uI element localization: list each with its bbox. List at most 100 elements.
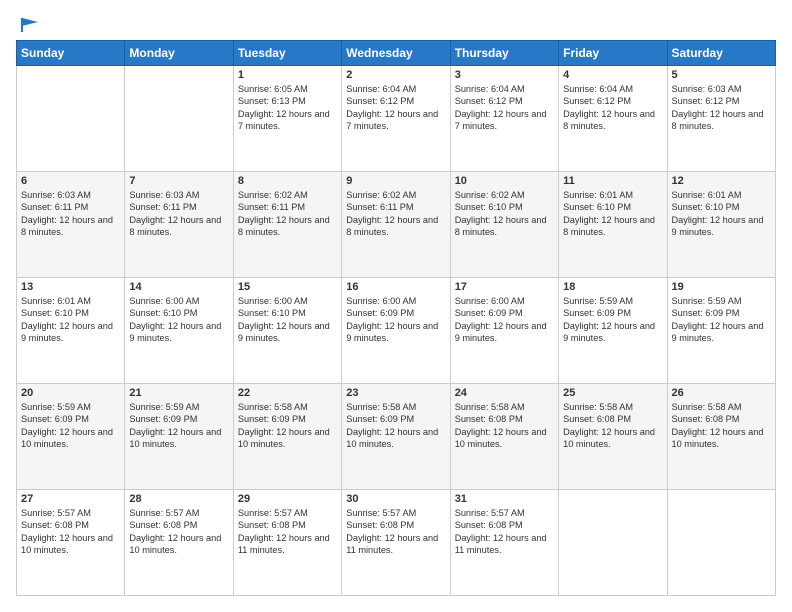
calendar-table: SundayMondayTuesdayWednesdayThursdayFrid… bbox=[16, 40, 776, 596]
calendar-cell: 3 Sunrise: 6:04 AM Sunset: 6:12 PM Daylig… bbox=[450, 66, 558, 172]
calendar-cell: 13 Sunrise: 6:01 AM Sunset: 6:10 PM Dayli… bbox=[17, 278, 125, 384]
day-number: 12 bbox=[672, 175, 771, 187]
cell-content: Sunrise: 6:00 AM Sunset: 6:09 PM Dayligh… bbox=[346, 295, 445, 345]
cell-content: Sunrise: 5:57 AM Sunset: 6:08 PM Dayligh… bbox=[238, 507, 337, 557]
calendar-cell: 9Sunrise: 6:02 AM Sunset: 6:11 PM Daylig… bbox=[342, 172, 450, 278]
cell-content: Sunrise: 5:57 AM Sunset: 6:08 PM Dayligh… bbox=[129, 507, 228, 557]
cell-content: Sunrise: 6:01 AM Sunset: 6:10 PM Dayligh… bbox=[21, 295, 120, 345]
calendar-cell: 29 Sunrise: 5:57 AM Sunset: 6:08 PM Dayli… bbox=[233, 490, 341, 596]
calendar-cell: 1Sunrise: 6:05 AM Sunset: 6:13 PM Daylig… bbox=[233, 66, 341, 172]
calendar-cell: 10 Sunrise: 6:02 AM Sunset: 6:10 PM Dayli… bbox=[450, 172, 558, 278]
day-number: 17 bbox=[455, 281, 554, 293]
header bbox=[16, 16, 776, 30]
calendar-header-row: SundayMondayTuesdayWednesdayThursdayFrid… bbox=[17, 41, 776, 66]
calendar-cell: 8 Sunrise: 6:02 AM Sunset: 6:11 PM Daylig… bbox=[233, 172, 341, 278]
day-number: 21 bbox=[129, 387, 228, 399]
calendar-cell: 25 Sunrise: 5:58 AM Sunset: 6:08 PM Dayli… bbox=[559, 384, 667, 490]
calendar-cell: 19Sunrise: 5:59 AM Sunset: 6:09 PM Dayli… bbox=[667, 278, 775, 384]
calendar-cell: 15 Sunrise: 6:00 AM Sunset: 6:10 PM Dayli… bbox=[233, 278, 341, 384]
calendar-cell: 14 Sunrise: 6:00 AM Sunset: 6:10 PM Dayli… bbox=[125, 278, 233, 384]
calendar-week-1: 1Sunrise: 6:05 AM Sunset: 6:13 PM Daylig… bbox=[17, 66, 776, 172]
cell-content: Sunrise: 6:02 AM Sunset: 6:10 PM Dayligh… bbox=[455, 189, 554, 239]
day-number: 27 bbox=[21, 493, 120, 505]
cell-content: Sunrise: 5:59 AM Sunset: 6:09 PM Dayligh… bbox=[129, 401, 228, 451]
calendar-week-2: 6 Sunrise: 6:03 AM Sunset: 6:11 PM Daylig… bbox=[17, 172, 776, 278]
day-number: 2 bbox=[346, 69, 445, 81]
calendar-cell: 2 Sunrise: 6:04 AM Sunset: 6:12 PM Daylig… bbox=[342, 66, 450, 172]
calendar-week-3: 13 Sunrise: 6:01 AM Sunset: 6:10 PM Dayli… bbox=[17, 278, 776, 384]
cell-content: Sunrise: 6:00 AM Sunset: 6:10 PM Dayligh… bbox=[238, 295, 337, 345]
day-number: 13 bbox=[21, 281, 120, 293]
calendar-week-5: 27 Sunrise: 5:57 AM Sunset: 6:08 PM Dayli… bbox=[17, 490, 776, 596]
cell-content: Sunrise: 6:03 AM Sunset: 6:12 PM Dayligh… bbox=[672, 83, 771, 133]
cell-content: Sunrise: 5:57 AM Sunset: 6:08 PM Dayligh… bbox=[346, 507, 445, 557]
calendar-cell: 23 Sunrise: 5:58 AM Sunset: 6:09 PM Dayli… bbox=[342, 384, 450, 490]
calendar-week-4: 20 Sunrise: 5:59 AM Sunset: 6:09 PM Dayli… bbox=[17, 384, 776, 490]
cell-content: Sunrise: 6:00 AM Sunset: 6:09 PM Dayligh… bbox=[455, 295, 554, 345]
cell-content: Sunrise: 6:01 AM Sunset: 6:10 PM Dayligh… bbox=[563, 189, 662, 239]
day-number: 26 bbox=[672, 387, 771, 399]
cell-content: Sunrise: 5:58 AM Sunset: 6:08 PM Dayligh… bbox=[672, 401, 771, 451]
day-number: 30 bbox=[346, 493, 445, 505]
cell-content: Sunrise: 5:58 AM Sunset: 6:08 PM Dayligh… bbox=[563, 401, 662, 451]
day-number: 3 bbox=[455, 69, 554, 81]
calendar-cell bbox=[125, 66, 233, 172]
logo-flag-icon bbox=[18, 16, 40, 34]
calendar-header-thursday: Thursday bbox=[450, 41, 558, 66]
cell-content: Sunrise: 5:58 AM Sunset: 6:08 PM Dayligh… bbox=[455, 401, 554, 451]
calendar-cell bbox=[17, 66, 125, 172]
calendar-cell: 31Sunrise: 5:57 AM Sunset: 6:08 PM Dayli… bbox=[450, 490, 558, 596]
day-number: 7 bbox=[129, 175, 228, 187]
calendar-cell: 17 Sunrise: 6:00 AM Sunset: 6:09 PM Dayli… bbox=[450, 278, 558, 384]
cell-content: Sunrise: 5:58 AM Sunset: 6:09 PM Dayligh… bbox=[346, 401, 445, 451]
cell-content: Sunrise: 5:57 AM Sunset: 6:08 PM Dayligh… bbox=[21, 507, 120, 557]
day-number: 14 bbox=[129, 281, 228, 293]
day-number: 11 bbox=[563, 175, 662, 187]
calendar-header-tuesday: Tuesday bbox=[233, 41, 341, 66]
day-number: 24 bbox=[455, 387, 554, 399]
calendar-cell: 22 Sunrise: 5:58 AM Sunset: 6:09 PM Dayli… bbox=[233, 384, 341, 490]
calendar-cell: 6 Sunrise: 6:03 AM Sunset: 6:11 PM Daylig… bbox=[17, 172, 125, 278]
cell-content: Sunrise: 6:04 AM Sunset: 6:12 PM Dayligh… bbox=[455, 83, 554, 133]
cell-content: Sunrise: 6:03 AM Sunset: 6:11 PM Dayligh… bbox=[21, 189, 120, 239]
cell-content: Sunrise: 6:04 AM Sunset: 6:12 PM Dayligh… bbox=[346, 83, 445, 133]
day-number: 29 bbox=[238, 493, 337, 505]
day-number: 4 bbox=[563, 69, 662, 81]
day-number: 8 bbox=[238, 175, 337, 187]
cell-content: Sunrise: 5:59 AM Sunset: 6:09 PM Dayligh… bbox=[563, 295, 662, 345]
day-number: 5 bbox=[672, 69, 771, 81]
day-number: 28 bbox=[129, 493, 228, 505]
calendar-cell: 18Sunrise: 5:59 AM Sunset: 6:09 PM Dayli… bbox=[559, 278, 667, 384]
day-number: 9 bbox=[346, 175, 445, 187]
day-number: 25 bbox=[563, 387, 662, 399]
calendar-header-friday: Friday bbox=[559, 41, 667, 66]
calendar-cell: 30 Sunrise: 5:57 AM Sunset: 6:08 PM Dayli… bbox=[342, 490, 450, 596]
day-number: 20 bbox=[21, 387, 120, 399]
calendar-cell: 21 Sunrise: 5:59 AM Sunset: 6:09 PM Dayli… bbox=[125, 384, 233, 490]
cell-content: Sunrise: 6:00 AM Sunset: 6:10 PM Dayligh… bbox=[129, 295, 228, 345]
calendar-cell: 26 Sunrise: 5:58 AM Sunset: 6:08 PM Dayli… bbox=[667, 384, 775, 490]
day-number: 22 bbox=[238, 387, 337, 399]
calendar-cell bbox=[559, 490, 667, 596]
cell-content: Sunrise: 6:03 AM Sunset: 6:11 PM Dayligh… bbox=[129, 189, 228, 239]
calendar-header-wednesday: Wednesday bbox=[342, 41, 450, 66]
calendar-cell: 20 Sunrise: 5:59 AM Sunset: 6:09 PM Dayli… bbox=[17, 384, 125, 490]
calendar-cell: 5 Sunrise: 6:03 AM Sunset: 6:12 PM Daylig… bbox=[667, 66, 775, 172]
calendar-cell: 28 Sunrise: 5:57 AM Sunset: 6:08 PM Dayli… bbox=[125, 490, 233, 596]
day-number: 10 bbox=[455, 175, 554, 187]
cell-content: Sunrise: 6:01 AM Sunset: 6:10 PM Dayligh… bbox=[672, 189, 771, 239]
cell-content: Sunrise: 6:02 AM Sunset: 6:11 PM Dayligh… bbox=[238, 189, 337, 239]
calendar-cell: 27 Sunrise: 5:57 AM Sunset: 6:08 PM Dayli… bbox=[17, 490, 125, 596]
calendar-cell: 7 Sunrise: 6:03 AM Sunset: 6:11 PM Daylig… bbox=[125, 172, 233, 278]
calendar-cell bbox=[667, 490, 775, 596]
day-number: 23 bbox=[346, 387, 445, 399]
calendar-header-saturday: Saturday bbox=[667, 41, 775, 66]
cell-content: Sunrise: 5:58 AM Sunset: 6:09 PM Dayligh… bbox=[238, 401, 337, 451]
calendar-header-monday: Monday bbox=[125, 41, 233, 66]
day-number: 15 bbox=[238, 281, 337, 293]
cell-content: Sunrise: 6:04 AM Sunset: 6:12 PM Dayligh… bbox=[563, 83, 662, 133]
day-number: 6 bbox=[21, 175, 120, 187]
cell-content: Sunrise: 5:59 AM Sunset: 6:09 PM Dayligh… bbox=[21, 401, 120, 451]
cell-content: Sunrise: 5:57 AM Sunset: 6:08 PM Dayligh… bbox=[455, 507, 554, 557]
day-number: 1 bbox=[238, 69, 337, 81]
